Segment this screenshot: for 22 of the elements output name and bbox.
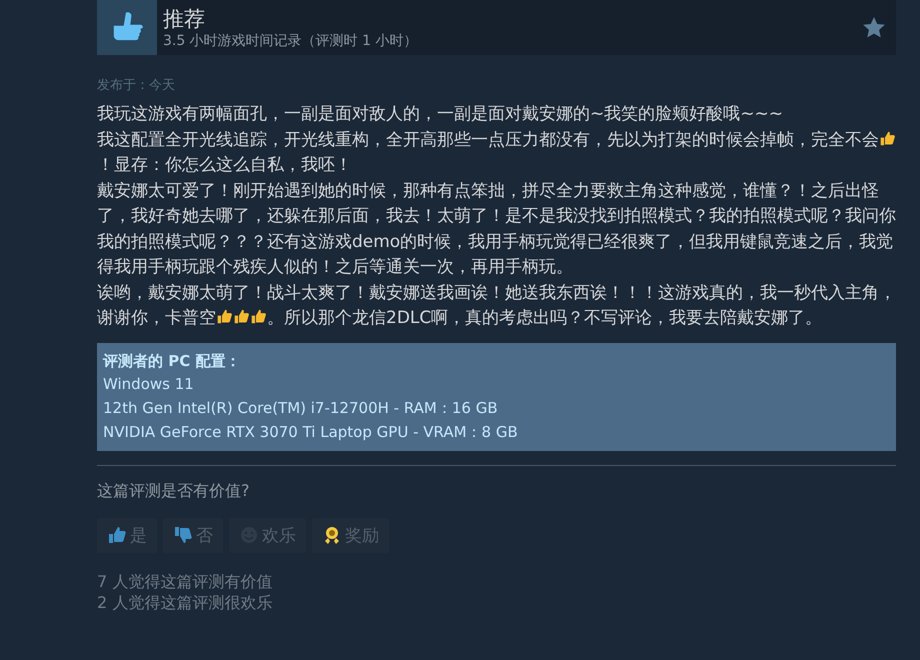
- thumbs-down-icon: [173, 525, 193, 545]
- thumbs-up-icon: [233, 308, 250, 325]
- star-icon[interactable]: [862, 16, 886, 40]
- verdict-title: 推荐: [163, 6, 206, 32]
- review-paragraph: 戴安娜太可爱了！刚开始遇到她的时候，那种有点笨拙，拼尽全力要救主角这种感觉，谁懂？！之后出怪了，我好奇她去哪了，还躲在那后面，我去！太萌了！是不是我没找到拍照模式？我的拍照模式呢？我问你我的拍照模式呢？？？还有这游戏demo的时候，我用手柄玩觉得已经很爽了，但我用键鼠竞速之后，我觉得我用手柄玩跟个残疾人似的！之后等通关一次，再用手柄玩。: [97, 180, 896, 279]
- recommended-thumb-icon: [97, 0, 157, 55]
- review-paragraph: 我玩这游戏有两幅面孔，一副是面对敌人的，一副是面对戴安娜的~我笑的脸颊好酸哦~~~: [97, 103, 784, 126]
- specs-line: 12th Gen Intel(R) Core(TM) i7-12700H - RAM：16 GB: [103, 398, 499, 418]
- thumbs-up-icon: [879, 130, 896, 146]
- vote-count-text: 2 人觉得这篇评测很欢乐: [97, 592, 274, 612]
- playtime-text: 3.5 小时游戏时间记录（评测时 1 小时）: [163, 32, 419, 50]
- thumbs-up-icon: [250, 308, 267, 325]
- posted-date: 发布于：今天: [97, 77, 176, 94]
- review-paragraph: 我这配置全开光线追踪，开光线重构，全开高那些一点压力都没有，先以为打架的时候会掉帧，完全不会 ！显存：你怎么这么自私，我呸！: [97, 128, 896, 178]
- vote-count-text: 7 人觉得这篇评测有价值: [97, 570, 274, 592]
- review-paragraph: 诶哟，戴安娜太萌了！战斗太爽了！戴安娜送我画诶！她送我东西诶！！！这游戏真的，我一秒代入主角，谢谢你，卡普空 。所以那个龙信2DLC啊，真的考虑出吗？不写评论，我要去陪戴安娜了。: [97, 282, 896, 330]
- helpful-question: 这篇评测是否有价值?: [97, 480, 250, 502]
- thumbs-up-icon: [216, 308, 233, 325]
- specs-heading: 评测者的 PC 配置：: [103, 350, 242, 372]
- specs-line: Windows 11: [103, 374, 195, 394]
- thumbs-up-icon: [107, 525, 127, 545]
- specs-line: NVIDIA GeForce RTX 3070 Ti Laptop GPU - VRAM：8 GB: [103, 422, 519, 442]
